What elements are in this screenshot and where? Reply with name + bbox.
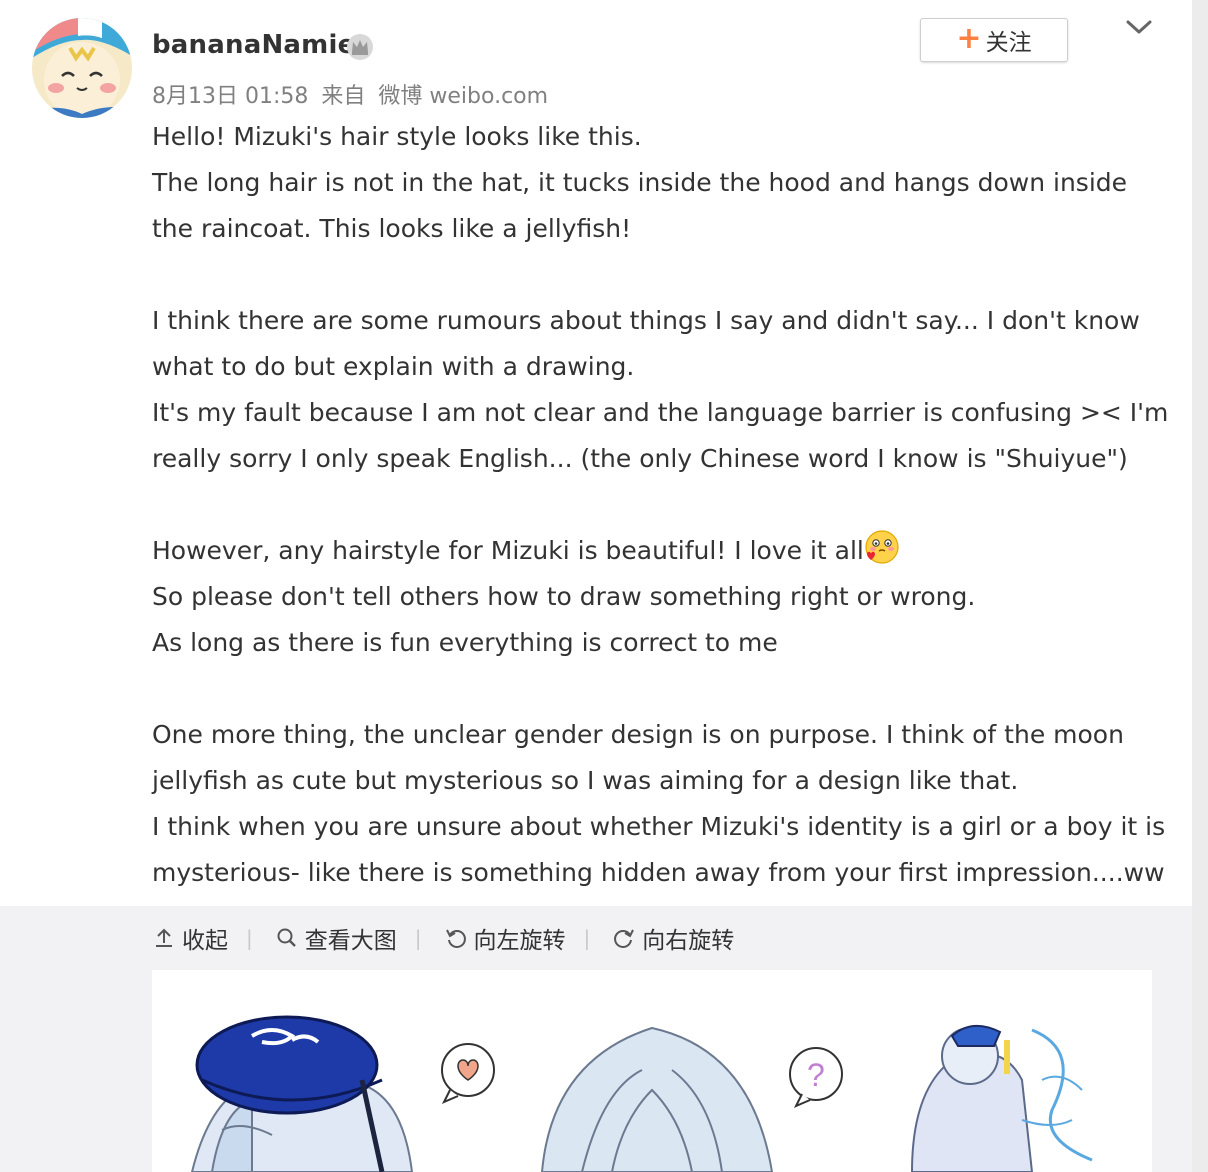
post-timestamp[interactable]: 8月13日 01:58	[152, 84, 308, 109]
toolbar-divider: |	[246, 926, 253, 950]
collapse-button[interactable]: 收起	[152, 921, 228, 955]
post-source[interactable]: 微博 weibo.com	[378, 84, 548, 109]
post-source-prefix: 来自	[321, 84, 366, 109]
post-line: Hello! Mizuki's hair style looks like th…	[152, 122, 642, 151]
post-image[interactable]: ?	[152, 970, 1152, 1172]
post-line-with-emoji: However, any hairstyle for Mizuki is bea…	[152, 528, 1162, 574]
svg-text:?: ?	[807, 1057, 825, 1093]
follow-button-label: 关注	[985, 30, 1032, 56]
post-meta: 8月13日 01:58 来自 微博 weibo.com	[152, 78, 554, 110]
post-line: jellyfish as cute but mysterious so I wa…	[152, 766, 1019, 795]
post-text: Hello! Mizuki's hair style looks like th…	[152, 114, 1169, 896]
avatar[interactable]	[32, 18, 132, 118]
page-scroll-rail	[1192, 0, 1208, 1172]
weibo-post-card: bananaNamie 8月13日 01:58 来自 微博 weibo.com …	[0, 0, 1192, 1172]
post-line: what to do but explain with a drawing.	[152, 352, 635, 381]
follow-button[interactable]: + 关注	[920, 18, 1068, 62]
post-line: I think when you are unsure about whethe…	[152, 812, 1166, 841]
rotate-left-button[interactable]: 向左旋转	[444, 921, 566, 955]
post-line: I think there are some rumours about thi…	[152, 306, 1140, 335]
post-line: It's my fault because I am not clear and…	[152, 398, 1169, 427]
post-line: really sorry I only speak English... (th…	[152, 444, 1128, 473]
rotate-left-icon	[445, 929, 466, 948]
post-line: So please don't tell others how to draw …	[152, 582, 976, 611]
chevron-down-icon[interactable]	[1124, 16, 1154, 40]
post-line: The long hair is not in the hat, it tuck…	[152, 168, 1128, 197]
rotate-right-button[interactable]: 向右旋转	[612, 921, 734, 955]
collapse-label: 收起	[182, 928, 228, 954]
toolbar-divider: |	[583, 926, 591, 950]
view-large-label: 查看大图	[304, 928, 397, 954]
plus-icon: +	[956, 20, 982, 56]
post-line: As long as there is fun everything is co…	[152, 628, 778, 657]
post-line: However, any hairstyle for Mizuki is bea…	[152, 536, 864, 565]
crown-badge-icon[interactable]	[344, 32, 376, 62]
upload-arrow-icon	[156, 928, 172, 947]
rotate-left-label: 向左旋转	[473, 928, 566, 954]
love-emoji-icon	[864, 529, 900, 565]
view-large-button[interactable]: 查看大图	[275, 921, 397, 955]
rotate-right-label: 向右旋转	[642, 928, 735, 954]
post-line: the raincoat. This looks like a jellyfis…	[152, 214, 632, 243]
rotate-right-icon	[614, 929, 635, 948]
username[interactable]: bananaNamie	[152, 30, 355, 60]
image-toolbar: 收起 | 查看大图 | 向左旋转 | 向右旋转	[152, 916, 734, 960]
search-icon	[277, 928, 296, 947]
toolbar-divider: |	[414, 926, 422, 950]
post-line: mysterious- like there is something hidd…	[152, 858, 1165, 887]
post-line: One more thing, the unclear gender desig…	[152, 720, 1124, 749]
